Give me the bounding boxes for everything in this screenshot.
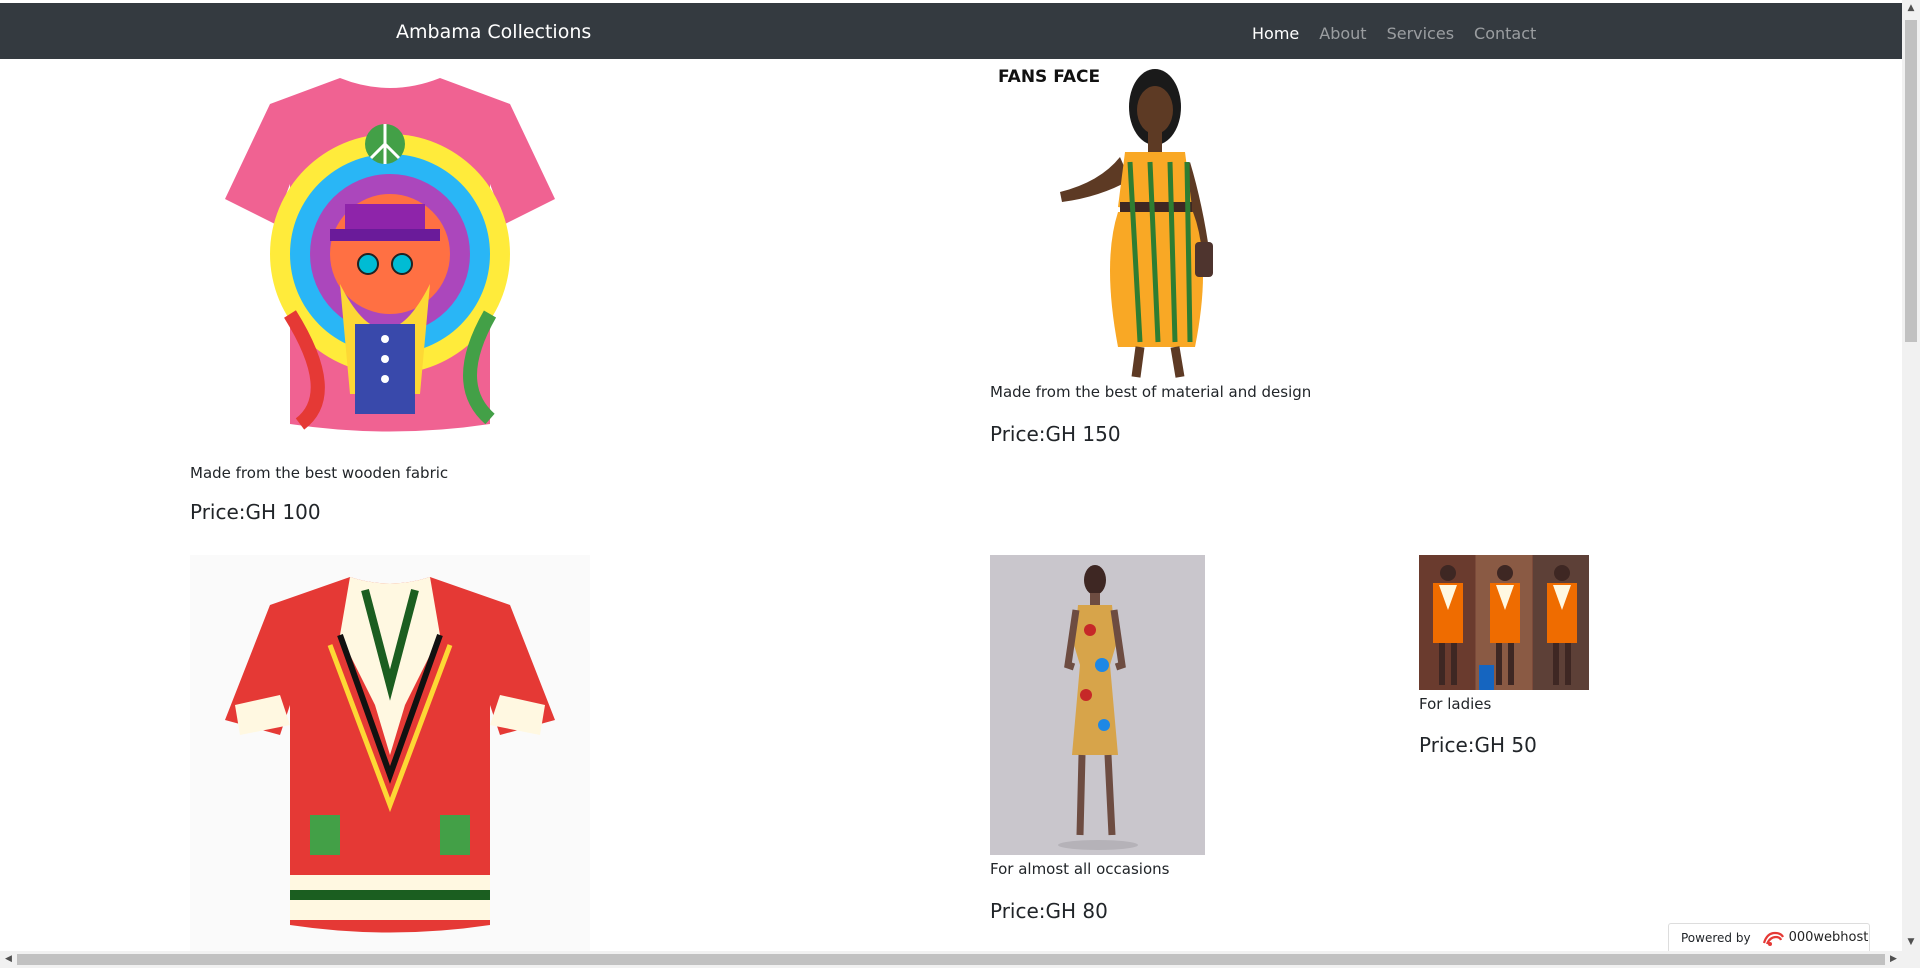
webhost-logo-icon (1761, 929, 1785, 947)
powered-by-badge[interactable]: Powered by 000webhost (1668, 923, 1870, 951)
product-description: Made from the best wooden fabric (190, 464, 449, 482)
navbar: Ambama Collections Home About Services C… (0, 3, 1902, 59)
nav-link-services[interactable]: Services (1387, 24, 1454, 43)
horizontal-scroll-thumb[interactable] (17, 954, 1885, 965)
nav-link-about[interactable]: About (1319, 24, 1366, 43)
product-price: Price:GH 80 (990, 899, 1108, 923)
product-image-dashiki-trio[interactable] (1419, 555, 1589, 690)
product-card: For ladies Price:GH 50 (1419, 555, 1619, 765)
horizontal-scrollbar[interactable]: ◀ ▶ (0, 951, 1920, 968)
product-price: Price:GH 150 (990, 422, 1121, 446)
product-card: Made from the best wooden fabric Price:G… (190, 64, 590, 534)
scroll-left-arrow-icon[interactable]: ◀ (0, 951, 17, 968)
webhost-brand-text: 000webhost (1788, 930, 1869, 945)
scroll-down-arrow-icon[interactable]: ▼ (1902, 934, 1920, 951)
brand-link[interactable]: Ambama Collections (396, 21, 591, 43)
product-image-paisley-dress[interactable] (990, 555, 1205, 855)
product-description: For ladies (1419, 695, 1492, 713)
vertical-scroll-thumb[interactable] (1905, 20, 1917, 342)
product-price: Price:GH 50 (1419, 733, 1537, 757)
product-description: For almost all occasions (990, 860, 1170, 878)
fans-face-watermark: FANS FACE (998, 67, 1100, 87)
product-card: For almost all occasions Price:GH 80 (990, 555, 1290, 925)
vertical-scrollbar[interactable]: ▲ ▼ (1902, 0, 1920, 951)
product-price: Price:GH 100 (190, 500, 321, 524)
nav-link-home[interactable]: Home (1252, 24, 1299, 43)
scroll-up-arrow-icon[interactable]: ▲ (1902, 0, 1920, 17)
nav-link-contact[interactable]: Contact (1474, 24, 1536, 43)
scroll-right-arrow-icon[interactable]: ▶ (1885, 951, 1902, 968)
product-image-dashiki-shirt[interactable] (190, 555, 590, 951)
product-card (190, 555, 590, 951)
powered-by-text: Powered by (1681, 930, 1751, 945)
product-image-tshirt[interactable] (190, 64, 590, 454)
product-card: FANS FACE Made from the best of material… (990, 62, 1350, 452)
product-image-ankara-dress[interactable]: FANS FACE (990, 62, 1240, 380)
nav-links: Home About Services Contact (1252, 24, 1556, 43)
product-description: Made from the best of material and desig… (990, 383, 1312, 401)
